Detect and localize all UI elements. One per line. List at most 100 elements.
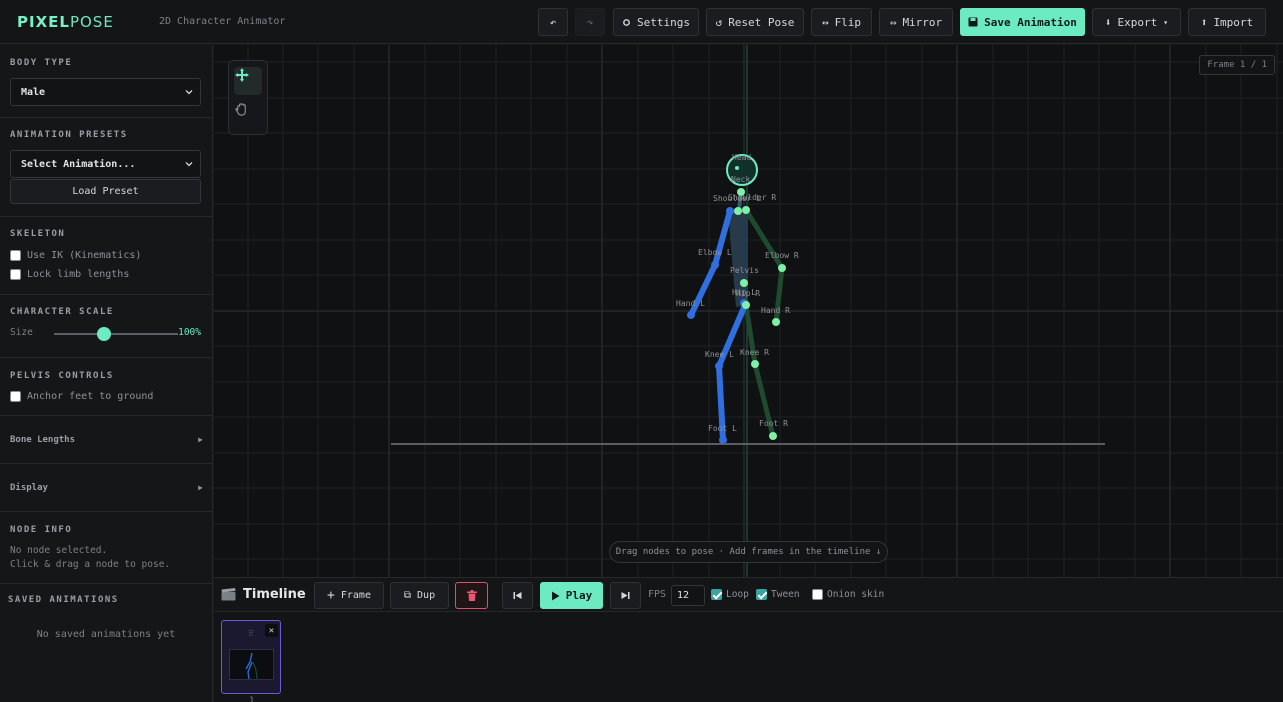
close-icon[interactable]: ✕ (265, 624, 278, 637)
section-title: CHARACTER SCALE (10, 307, 114, 317)
reset-pose-button[interactable]: ↺ Reset Pose (706, 8, 804, 36)
shoulder-r-node[interactable] (742, 206, 750, 214)
export-button[interactable]: ⬇ Export ▾ (1092, 8, 1181, 36)
size-slider-track[interactable] (54, 333, 178, 335)
animation-presets-section: ANIMATION PRESETS Select Animation... Lo… (0, 118, 212, 217)
previous-frame-button[interactable] (502, 582, 533, 609)
next-frame-button[interactable] (610, 582, 641, 609)
tween-option[interactable]: Tween (756, 589, 800, 600)
saved-animations-title: SAVED ANIMATIONS (8, 595, 119, 605)
shoulder-l-node[interactable] (726, 207, 734, 215)
onion-skin-option[interactable]: Onion skin (812, 589, 884, 600)
bone-lengths-section[interactable]: Bone Lengths ▶ (0, 416, 212, 464)
pose-canvas[interactable]: Head Neck Shoulder L Shoulder R Elbow L … (214, 45, 1283, 577)
display-toggle[interactable]: Display ▶ (10, 483, 203, 493)
reset-icon: ↺ (715, 15, 723, 29)
node-info-section: NODE INFO No node selected. Click & drag… (0, 512, 212, 584)
pelvis-node[interactable] (740, 279, 748, 287)
flip-button[interactable]: ↔ Flip (811, 8, 872, 36)
frame-card[interactable]: ⠿ ✕ 1 (221, 620, 281, 702)
canvas-hint: Drag nodes to pose · Add frames in the t… (609, 541, 888, 563)
lock-limb-checkbox[interactable] (10, 269, 21, 280)
expand-arrow-icon: ▶ (198, 483, 203, 492)
label-foot-r: Foot R (759, 419, 788, 428)
frame-number: 1 (249, 696, 255, 702)
lock-limb-option[interactable]: Lock limb lengths (10, 269, 129, 280)
hand-l-node[interactable] (687, 311, 695, 319)
section-title: NODE INFO (10, 525, 73, 535)
section-title: BODY TYPE (10, 58, 73, 68)
add-frame-button[interactable]: + Frame (314, 582, 384, 609)
settings-button[interactable]: Settings (613, 8, 699, 36)
use-ik-checkbox[interactable] (10, 250, 21, 261)
gear-icon (623, 18, 630, 26)
tool-palette (228, 60, 268, 135)
load-preset-button[interactable]: Load Preset (10, 179, 201, 204)
undo-button[interactable]: ↶ (538, 8, 568, 36)
mirror-button[interactable]: ⇔ Mirror (879, 8, 953, 36)
body-type-section: BODY TYPE Male (0, 45, 212, 118)
plus-icon: + (327, 588, 335, 603)
timeline-toolbar: Timeline + Frame ⧉ Dup Play FPS 12 Loop … (214, 577, 1283, 612)
trash-icon (466, 590, 477, 601)
redo-button[interactable]: ↷ (575, 8, 605, 36)
foot-l-node[interactable] (719, 436, 727, 444)
fps-input[interactable]: 12 (671, 585, 705, 606)
size-value: 100% (178, 327, 201, 338)
anchor-feet-checkbox[interactable] (10, 391, 21, 402)
move-icon (235, 68, 249, 82)
onion-skin-checkbox[interactable] (812, 589, 823, 600)
size-slider-handle[interactable] (97, 327, 111, 341)
loop-option[interactable]: Loop (711, 589, 749, 600)
loop-checkbox[interactable] (711, 589, 722, 600)
section-title: ANIMATION PRESETS (10, 130, 128, 140)
save-animation-button[interactable]: Save Animation (960, 8, 1085, 36)
label-knee-l: Knee L (705, 350, 734, 359)
label-knee-r: Knee R (740, 348, 769, 357)
elbow-l-node[interactable] (711, 261, 719, 269)
size-label: Size (10, 327, 33, 338)
foot-r-node[interactable] (769, 432, 777, 440)
knee-l-node[interactable] (715, 362, 723, 370)
label-hip-r: Hip R (736, 289, 760, 298)
hand-r-node[interactable] (772, 318, 780, 326)
body-type-select[interactable]: Male (10, 78, 201, 106)
shoulder-center-node[interactable] (734, 207, 742, 215)
undo-icon: ↶ (549, 15, 557, 29)
caret-down-icon: ▾ (1163, 17, 1169, 27)
pan-tool-button[interactable] (234, 102, 262, 130)
animation-preset-select[interactable]: Select Animation... (10, 150, 201, 178)
mirror-icon: ⇔ (889, 15, 897, 29)
head-center-dot (735, 166, 739, 170)
label-neck: Neck (731, 175, 750, 184)
label-elbow-l: Elbow L (698, 248, 732, 257)
section-title: SKELETON (10, 229, 66, 239)
duplicate-frame-button[interactable]: ⧉ Dup (390, 582, 449, 609)
import-button[interactable]: ⬆ Import (1188, 8, 1266, 36)
skeleton-svg[interactable]: Head Neck Shoulder L Shoulder R Elbow L … (214, 45, 1283, 577)
knee-r-node[interactable] (751, 360, 759, 368)
drag-handle-icon[interactable]: ⠿ (248, 629, 255, 638)
elbow-r-node[interactable] (778, 264, 786, 272)
hip-r-node[interactable] (742, 301, 750, 309)
app-logo: PIXEL POSE (17, 13, 114, 31)
section-title: PELVIS CONTROLS (10, 371, 114, 381)
redo-icon: ↷ (586, 15, 594, 29)
play-icon (551, 591, 560, 600)
tween-checkbox[interactable] (756, 589, 767, 600)
size-slider-row: Size 100% (10, 327, 201, 341)
flip-icon: ↔ (821, 15, 829, 29)
hand-icon (235, 103, 246, 116)
move-tool-button[interactable] (234, 67, 262, 95)
display-section[interactable]: Display ▶ (0, 464, 212, 512)
anchor-feet-option[interactable]: Anchor feet to ground (10, 391, 153, 402)
delete-frame-button[interactable] (455, 582, 488, 609)
saved-animations-empty: No saved animations yet (36, 629, 176, 640)
bone-lengths-toggle[interactable]: Bone Lengths ▶ (10, 435, 203, 445)
use-ik-option[interactable]: Use IK (Kinematics) (10, 250, 141, 261)
play-button[interactable]: Play (540, 582, 603, 609)
clapperboard-icon (221, 588, 236, 601)
app-subtitle: 2D Character Animator (159, 16, 286, 27)
frame-thumbnail (229, 649, 274, 680)
label-elbow-r: Elbow R (765, 251, 799, 260)
